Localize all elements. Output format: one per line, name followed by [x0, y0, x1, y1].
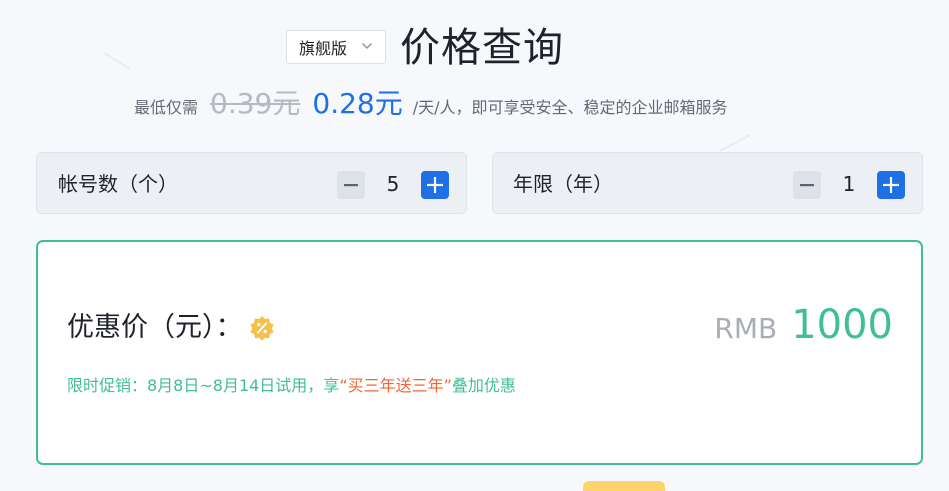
subline-prefix: 最低仅需 [134, 98, 199, 117]
discount-price-label: 优惠价（元）： [67, 312, 243, 343]
promo-highlight: “买三年送三年” [339, 376, 452, 395]
decorative-line [103, 52, 131, 70]
account-count-label: 帐号数（个） [58, 172, 178, 196]
account-count-decrement-button[interactable] [337, 171, 365, 199]
plus-icon [883, 177, 899, 193]
version-select[interactable]: 旗舰版 [286, 30, 386, 64]
minus-icon [800, 184, 814, 187]
account-count-increment-button[interactable] [421, 171, 449, 199]
chevron-down-icon [362, 43, 372, 49]
page-title: 价格查询 [400, 25, 564, 71]
price-value: RMB 1000 [714, 302, 893, 348]
old-price: 0.39元 [210, 87, 301, 120]
discount-price-label-wrap: 优惠价（元）： [67, 308, 275, 348]
years-value[interactable]: 1 [829, 153, 869, 215]
account-count-card: 帐号数（个） 5 [36, 152, 467, 214]
price-amount: 1000 [791, 302, 893, 348]
promo-suffix: 叠加优惠 [451, 376, 516, 395]
price-subline: 最低仅需 0.39元 0.28元 /天/人，即可享受安全、稳定的企业邮箱服务 [134, 82, 728, 122]
account-count-value[interactable]: 5 [373, 153, 413, 215]
currency-label: RMB [714, 312, 778, 345]
promo-text: 限时促销：8月8日~8月14日试用，享“买三年送三年”叠加优惠 [67, 372, 516, 396]
promo-prefix: 限时促销：8月8日~8月14日试用，享 [67, 376, 340, 395]
new-price: 0.28元 [312, 87, 403, 120]
bottom-button-edge[interactable] [583, 481, 665, 491]
years-card: 年限（年） 1 [492, 152, 923, 214]
plus-icon [427, 177, 443, 193]
discount-badge-icon [249, 316, 274, 341]
subline-suffix: /天/人，即可享受安全、稳定的企业邮箱服务 [412, 98, 728, 117]
version-select-value: 旗舰版 [299, 39, 348, 58]
decorative-line [719, 134, 751, 152]
years-decrement-button[interactable] [793, 171, 821, 199]
discount-price-box: 优惠价（元）： RMB 1000 限时促销：8月8日~8月14日试用，享“买三年… [36, 240, 923, 465]
years-label: 年限（年） [513, 172, 613, 196]
minus-icon [344, 184, 358, 187]
years-increment-button[interactable] [877, 171, 905, 199]
